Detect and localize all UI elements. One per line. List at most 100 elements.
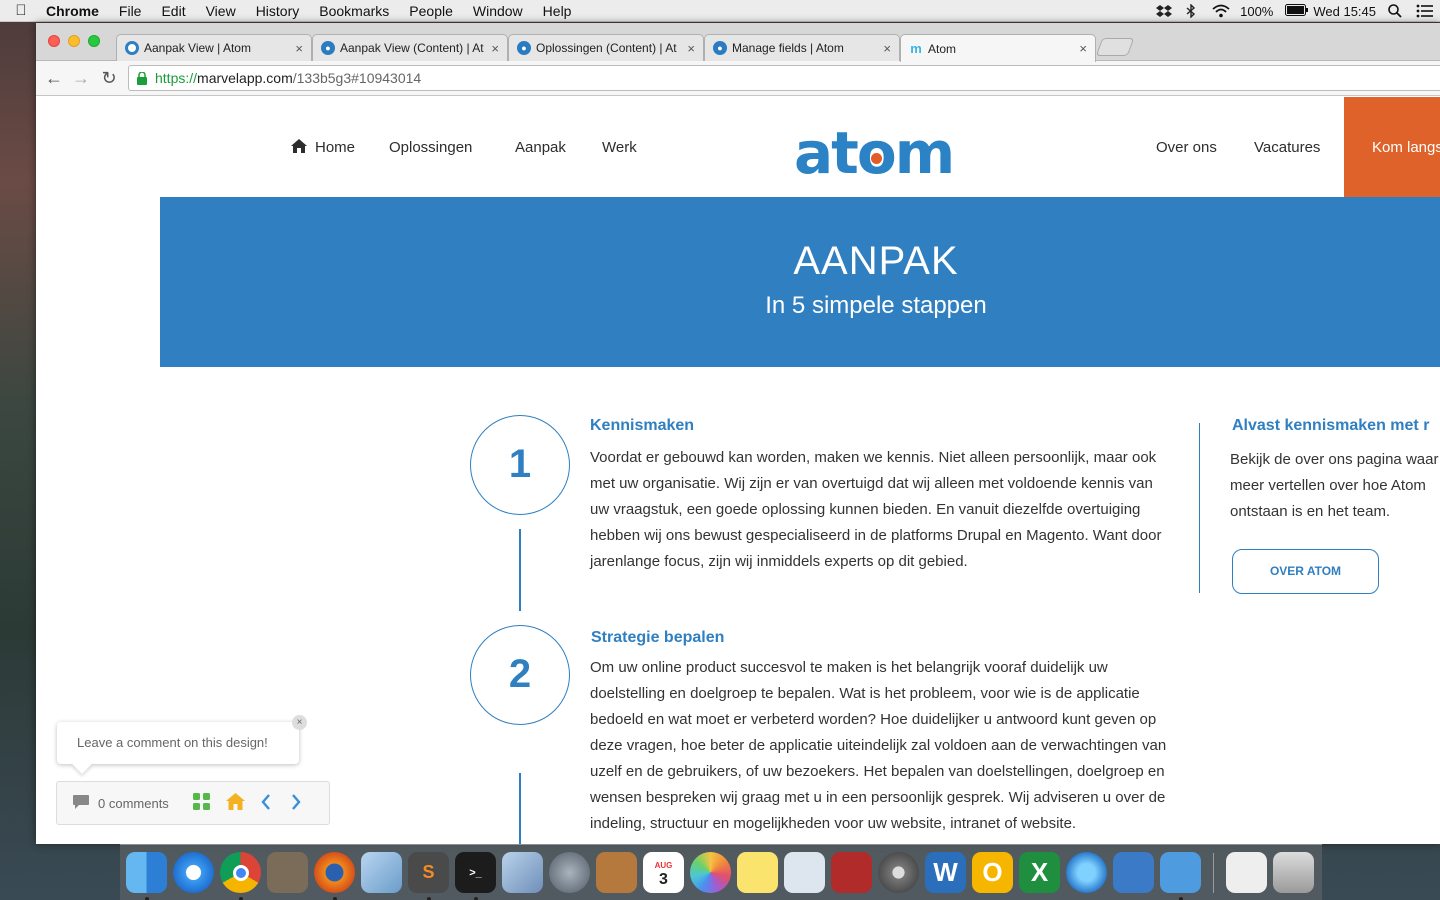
logo-text-start: at	[794, 119, 859, 187]
previous-screen-icon[interactable]	[261, 793, 271, 813]
firefox-icon[interactable]	[314, 852, 355, 900]
safari-icon[interactable]	[173, 852, 214, 893]
word-icon[interactable]: W	[925, 852, 966, 893]
system-preferences-icon[interactable]	[878, 852, 919, 893]
menubar-clock[interactable]: Wed 15:45	[1313, 4, 1376, 19]
photo-booth-icon[interactable]	[831, 852, 872, 893]
calendar-icon[interactable]: AUG 3	[643, 852, 684, 893]
atom-logo[interactable]: atom	[794, 119, 955, 187]
logo-text-end: m	[894, 119, 955, 187]
close-icon[interactable]: ×	[292, 715, 307, 730]
back-arrow-icon[interactable]: ←	[42, 67, 66, 89]
xcode-icon[interactable]	[1160, 852, 1201, 900]
menu-view[interactable]: View	[196, 3, 246, 19]
calendar-day: 3	[659, 870, 668, 888]
nav-werk[interactable]: Werk	[602, 139, 637, 156]
browser-tab-active[interactable]: m Atom ×	[900, 34, 1096, 62]
preview-icon[interactable]	[784, 852, 825, 893]
step-description: Om uw online product succesvol te maken …	[590, 659, 1167, 832]
sublime-text-icon[interactable]: S	[408, 852, 449, 900]
terminal-icon[interactable]: >_	[455, 852, 496, 900]
menu-window[interactable]: Window	[463, 3, 533, 19]
spotlight-search-icon[interactable]	[1388, 4, 1404, 18]
menu-help[interactable]: Help	[533, 3, 582, 19]
nav-vacatures[interactable]: Vacatures	[1254, 139, 1320, 156]
mail-icon[interactable]	[502, 852, 543, 893]
drupal-favicon-icon: ●	[517, 41, 531, 55]
tab-strip: Aanpak View | Atom × ● Aanpak View (Cont…	[36, 23, 1440, 62]
wifi-icon[interactable]	[1212, 4, 1230, 18]
logo-orange-dot	[870, 152, 882, 164]
address-bar[interactable]: https://marvelapp.com/133b5g3#10943014	[128, 65, 1440, 91]
comment-prompt-bubble[interactable]: Leave a comment on this design! ×	[57, 715, 307, 774]
site-header: Home Oplossingen Aanpak Werk atom Over o…	[36, 97, 1440, 197]
step-description: Voordat er gebouwd kan worden, maken we …	[590, 449, 1162, 570]
browser-tab[interactable]: ● Manage fields | Atom ×	[704, 34, 900, 61]
menu-file[interactable]: File	[109, 3, 152, 19]
contacts-icon[interactable]	[596, 852, 637, 893]
tab-close-icon[interactable]: ×	[883, 41, 891, 56]
close-window-button[interactable]	[48, 35, 60, 47]
notification-center-icon[interactable]	[1416, 4, 1433, 18]
browser-tab[interactable]: ● Aanpak View (Content) | At ×	[312, 34, 508, 61]
menu-edit[interactable]: Edit	[151, 3, 195, 19]
zoom-window-button[interactable]	[88, 35, 100, 47]
marvel-comment-bar: 0 comments	[56, 781, 330, 825]
new-tab-button[interactable]	[1095, 38, 1135, 56]
tab-close-icon[interactable]: ×	[687, 41, 695, 56]
home-screen-icon[interactable]	[225, 793, 245, 813]
logo-o: o	[857, 119, 897, 187]
marvel-favicon-icon: m	[910, 41, 922, 56]
nav-over-ons[interactable]: Over ons	[1156, 139, 1217, 156]
tab-close-icon[interactable]: ×	[1079, 41, 1087, 56]
bluetooth-icon[interactable]	[1184, 3, 1200, 19]
quicktime-icon[interactable]	[1066, 852, 1107, 893]
page-title: AANPAK	[793, 239, 959, 283]
menu-history[interactable]: History	[246, 3, 310, 19]
grid-view-icon[interactable]	[192, 793, 210, 813]
battery-icon[interactable]	[1285, 4, 1309, 18]
sidebar-title: Alvast kennismaken met r	[1232, 417, 1430, 434]
drupal-favicon-icon: ●	[321, 41, 335, 55]
excel-icon[interactable]: X	[1019, 852, 1060, 893]
kom-langs-button[interactable]: Kom langs	[1344, 97, 1440, 197]
menu-app-chrome[interactable]: Chrome	[42, 3, 109, 19]
photos-icon[interactable]	[690, 852, 731, 893]
tab-close-icon[interactable]: ×	[491, 41, 499, 56]
browser-tab[interactable]: ● Oplossingen (Content) | At ×	[508, 34, 704, 61]
minimize-window-button[interactable]	[68, 35, 80, 47]
trash-icon[interactable]	[1273, 852, 1314, 893]
chrome-window: Aanpak View | Atom × ● Aanpak View (Cont…	[36, 23, 1440, 844]
comment-icon[interactable]	[72, 794, 90, 813]
hero-banner: AANPAK In 5 simpele stappen	[160, 197, 1440, 367]
nav-oplossingen[interactable]: Oplossingen	[389, 139, 472, 156]
step-title: Strategie bepalen	[591, 629, 725, 646]
next-screen-icon[interactable]	[291, 793, 301, 813]
browser-tab[interactable]: Aanpak View | Atom ×	[116, 34, 312, 61]
app-folder-icon[interactable]	[1113, 852, 1154, 893]
nav-aanpak[interactable]: Aanpak	[515, 139, 566, 156]
nav-home[interactable]: Home	[291, 139, 355, 156]
launchpad-icon[interactable]	[549, 852, 590, 893]
comment-count[interactable]: 0 comments	[98, 796, 169, 811]
finder-icon[interactable]	[126, 852, 167, 900]
tab-close-icon[interactable]: ×	[295, 41, 303, 56]
outlook-icon[interactable]: O	[972, 852, 1013, 893]
macos-menubar:  Chrome File Edit View History Bookmark…	[0, 0, 1440, 22]
notes-icon[interactable]	[737, 852, 778, 893]
tab-title: Aanpak View | Atom	[144, 41, 251, 55]
downloads-stack-icon[interactable]	[1226, 852, 1267, 893]
tab-title: Aanpak View (Content) | At	[340, 41, 484, 55]
virtualbox-icon[interactable]	[361, 852, 402, 893]
chrome-icon[interactable]	[220, 852, 261, 900]
dropbox-icon[interactable]	[1156, 4, 1173, 18]
menu-people[interactable]: People	[399, 3, 463, 19]
forward-arrow-icon[interactable]: →	[69, 67, 93, 89]
reload-icon[interactable]: ↻	[97, 67, 121, 89]
gimp-icon[interactable]	[267, 852, 308, 893]
over-atom-button[interactable]: OVER ATOM	[1232, 549, 1379, 594]
menu-bookmarks[interactable]: Bookmarks	[309, 3, 399, 19]
apple-menu-icon[interactable]: 	[0, 2, 42, 19]
url-scheme: https://	[155, 70, 198, 86]
step-title: Kennismaken	[590, 417, 695, 434]
